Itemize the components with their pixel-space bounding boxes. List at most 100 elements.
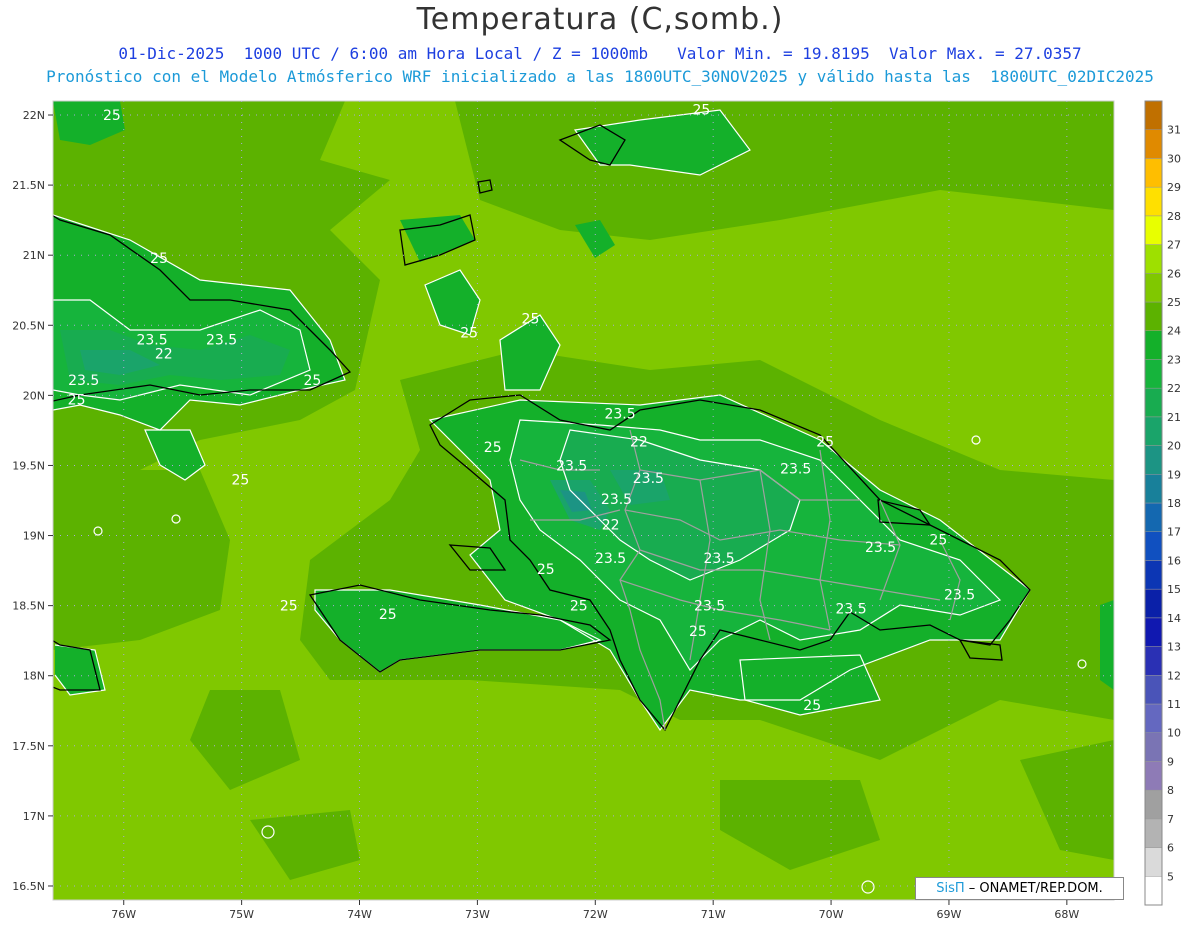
colorbar-tick-label: 5 xyxy=(1167,870,1174,883)
colorbar-tick-label: 10 xyxy=(1167,727,1181,740)
colorbar-tick-label: 16 xyxy=(1167,554,1181,567)
contour-label: 23.5 xyxy=(633,471,664,487)
colorbar-tick-label: 17 xyxy=(1167,526,1181,539)
lon-tick-label: 68W xyxy=(1054,908,1079,921)
credit-text: – ONAMET/REP.DOM. xyxy=(964,881,1103,896)
contour-label: 23.5 xyxy=(865,540,896,556)
contour-label: 25 xyxy=(460,325,478,341)
colorbar-swatch xyxy=(1144,761,1163,791)
contour-label: 23.5 xyxy=(944,587,975,603)
lon-tick-label: 76W xyxy=(111,908,136,921)
sis-logo-text: SisΠ xyxy=(936,881,965,896)
contour-label: 25 xyxy=(280,599,298,615)
contour-label: 25 xyxy=(570,599,588,615)
colorbar-swatch xyxy=(1144,703,1163,733)
contour-label: 25 xyxy=(150,251,168,267)
colorbar-swatch xyxy=(1144,330,1163,360)
contour-label: 23.5 xyxy=(206,332,237,348)
colorbar-swatch xyxy=(1144,359,1163,389)
lat-tick-label: 16.5N xyxy=(12,880,45,893)
colorbar-tick-label: 23 xyxy=(1167,353,1181,366)
contour-label: 25 xyxy=(689,624,707,640)
contour-label: 25 xyxy=(803,698,821,714)
colorbar-tick-label: 25 xyxy=(1167,296,1181,309)
lat-tick-label: 17N xyxy=(23,810,45,823)
colorbar-swatch xyxy=(1144,100,1163,130)
colorbar-tick-label: 24 xyxy=(1167,325,1181,338)
colorbar-tick-label: 21 xyxy=(1167,411,1181,424)
colorbar-swatch xyxy=(1144,531,1163,561)
colorbar-tick-label: 30 xyxy=(1167,152,1181,165)
lat-tick-label: 18.5N xyxy=(12,600,45,613)
lon-tick-label: 71W xyxy=(701,908,726,921)
colorbar-swatch xyxy=(1144,502,1163,532)
colorbar-tick-label: 14 xyxy=(1167,612,1181,625)
contour-label: 25 xyxy=(232,472,250,488)
lat-tick-label: 21N xyxy=(23,249,45,262)
colorbar-swatch xyxy=(1144,789,1163,820)
colorbar-tick-label: 26 xyxy=(1167,267,1181,280)
lat-tick-label: 21.5N xyxy=(12,179,45,192)
colorbar-tick-label: 12 xyxy=(1167,669,1181,682)
map-field: 25 2525252523.5 23.52223.5 25252523.52225 25… xyxy=(53,101,1114,900)
lat-tick-label: 20N xyxy=(23,389,45,402)
colorbar-tick-label: 31 xyxy=(1167,124,1181,137)
colorbar-tick-label: 7 xyxy=(1167,813,1174,826)
contour-label: 25 xyxy=(379,607,397,623)
colorbar-swatch xyxy=(1144,876,1163,906)
lat-tick-label: 17.5N xyxy=(12,740,45,753)
colorbar-swatch xyxy=(1144,818,1163,848)
contour-label: 22 xyxy=(602,517,620,533)
colorbar-swatch xyxy=(1144,474,1163,504)
colorbar: 5 6 7 8 9 10 11 12 13 14 15 16 17 18 19 20 21 22 23 24 25 26 2… xyxy=(1144,100,1181,906)
contour-label: 23.5 xyxy=(601,492,632,508)
contour-label: 22 xyxy=(155,346,173,362)
contour-label: 25 xyxy=(537,562,555,578)
contour-label: 23.5 xyxy=(595,551,626,567)
lat-tick-label: 20.5N xyxy=(12,319,45,332)
colorbar-tick-label: 9 xyxy=(1167,755,1174,768)
lat-tick-label: 18N xyxy=(23,670,45,683)
colorbar-tick-label: 22 xyxy=(1167,382,1181,395)
colorbar-swatch xyxy=(1144,158,1163,188)
colorbar-tick-label: 13 xyxy=(1167,641,1181,654)
credit-box: SisΠ – ONAMET/REP.DOM. xyxy=(915,877,1124,900)
colorbar-tick-label: 27 xyxy=(1167,239,1181,252)
lon-tick-label: 72W xyxy=(583,908,608,921)
contour-label: 23.5 xyxy=(604,407,635,423)
contour-label: 25 xyxy=(929,533,947,549)
colorbar-tick-label: 6 xyxy=(1167,842,1174,855)
colorbar-swatch xyxy=(1144,301,1163,331)
colorbar-swatch xyxy=(1144,387,1163,418)
colorbar-swatch xyxy=(1144,617,1163,647)
contour-label: 25 xyxy=(68,393,86,409)
contour-label: 25 xyxy=(303,373,321,389)
colorbar-tick-label: 20 xyxy=(1167,440,1181,453)
lon-tick-label: 74W xyxy=(347,908,372,921)
contour-label: 25 xyxy=(103,108,121,124)
colorbar-swatch xyxy=(1144,215,1163,245)
colorbar-swatch xyxy=(1144,416,1163,446)
contour-label: 22 xyxy=(630,435,648,451)
colorbar-swatch xyxy=(1144,273,1163,303)
temperature-map: 25 2525252523.5 23.52223.5 25252523.52225 25… xyxy=(12,100,1181,921)
colorbar-tick-label: 19 xyxy=(1167,468,1181,481)
colorbar-tick-label: 8 xyxy=(1167,784,1174,797)
lat-tick-label: 19.5N xyxy=(12,459,45,472)
colorbar-swatch xyxy=(1144,445,1163,475)
colorbar-swatch xyxy=(1144,129,1163,159)
colorbar-swatch xyxy=(1144,847,1163,877)
colorbar-swatch xyxy=(1144,675,1163,705)
colorbar-swatch xyxy=(1144,588,1163,619)
contour-label: 25 xyxy=(484,440,502,456)
lon-tick-label: 69W xyxy=(937,908,962,921)
colorbar-swatch xyxy=(1144,244,1163,274)
contour-label: 23.5 xyxy=(703,551,734,567)
colorbar-swatch xyxy=(1144,732,1163,762)
contour-label: 23.5 xyxy=(780,461,811,477)
contour-label: 23.5 xyxy=(68,373,99,389)
contour-label: 23.5 xyxy=(694,599,725,615)
colorbar-tick-label: 29 xyxy=(1167,181,1181,194)
colorbar-tick-label: 11 xyxy=(1167,698,1181,711)
lon-tick-label: 70W xyxy=(819,908,844,921)
